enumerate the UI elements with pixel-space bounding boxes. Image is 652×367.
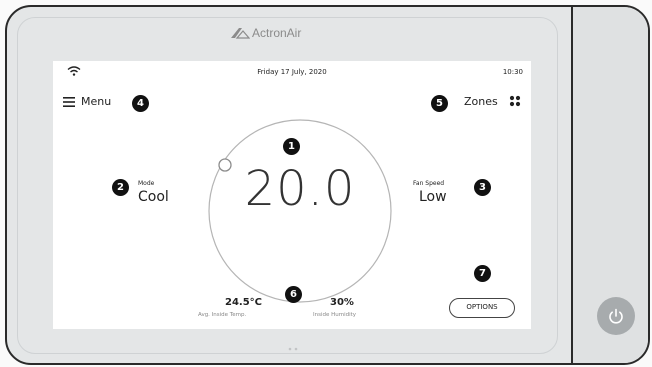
callout-badge-1: 1 bbox=[283, 138, 300, 155]
callout-badge-4: 4 bbox=[132, 95, 149, 112]
status-date: Friday 17 July, 2020 bbox=[257, 68, 327, 76]
callout-badge-7: 7 bbox=[474, 265, 491, 282]
mode-value: Cool bbox=[138, 189, 169, 205]
mode-control[interactable]: Mode Cool bbox=[133, 175, 183, 209]
callout-badge-6: 6 bbox=[285, 286, 302, 303]
options-button[interactable]: OPTIONS bbox=[449, 298, 515, 318]
setpoint-temperature: 20.0 bbox=[244, 161, 356, 217]
menu-label: Menu bbox=[81, 95, 112, 108]
inside-temp-value: 24.5°C bbox=[225, 297, 263, 308]
zones-grid-icon bbox=[509, 95, 521, 107]
callout-badge-3: 3 bbox=[474, 179, 491, 196]
brand-logo: ActronAir bbox=[230, 26, 350, 42]
zones-button[interactable]: Zones bbox=[463, 91, 525, 111]
humidity-stat: 30% Inside Humidity bbox=[308, 294, 378, 322]
power-icon bbox=[609, 308, 623, 324]
fan-speed-caption: Fan Speed bbox=[413, 180, 445, 187]
touch-screen: Friday 17 July, 2020 10:30 Menu Zones 20… bbox=[53, 61, 531, 329]
humidity-value: 30% bbox=[330, 297, 354, 308]
fan-speed-value: Low bbox=[419, 189, 447, 205]
zones-label: Zones bbox=[464, 95, 498, 108]
callout-badge-5: 5 bbox=[431, 95, 448, 112]
fan-speed-control[interactable]: Fan Speed Low bbox=[408, 175, 463, 209]
humidity-caption: Inside Humidity bbox=[313, 312, 357, 318]
brand-name: ActronAir bbox=[252, 26, 302, 40]
status-time: 10:30 bbox=[502, 68, 523, 76]
mode-caption: Mode bbox=[138, 180, 155, 187]
menu-icon bbox=[63, 97, 75, 107]
inside-temp-stat: 24.5°C Avg. Inside Temp. bbox=[198, 294, 268, 322]
page-indicator bbox=[288, 347, 298, 351]
menu-button[interactable]: Menu bbox=[63, 91, 123, 111]
brand-logo-icon bbox=[231, 28, 250, 39]
inside-temp-caption: Avg. Inside Temp. bbox=[198, 312, 247, 318]
callout-badge-2: 2 bbox=[112, 179, 129, 196]
power-button[interactable] bbox=[597, 297, 635, 335]
